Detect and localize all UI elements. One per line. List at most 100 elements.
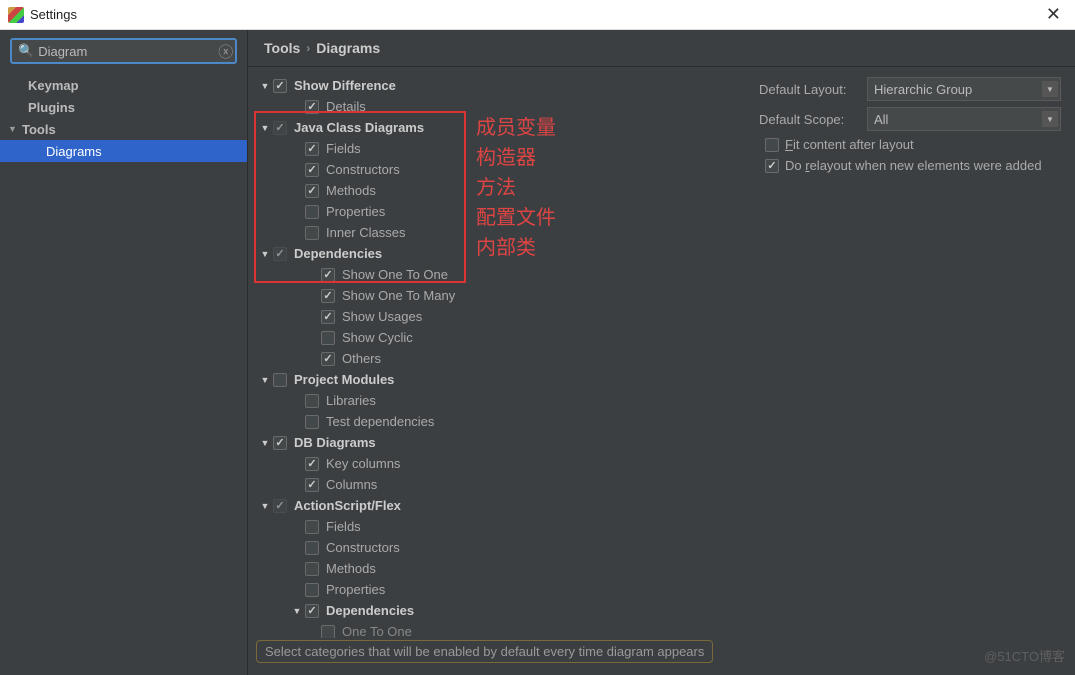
default-scope-value: All: [874, 112, 888, 127]
category-label: Dependencies: [294, 246, 382, 261]
category-row[interactable]: Show One To Many: [258, 285, 741, 306]
close-button[interactable]: ✕: [1040, 4, 1067, 25]
category-checkbox[interactable]: [304, 561, 320, 577]
breadcrumb: Tools › Diagrams: [248, 30, 1075, 66]
category-checkbox[interactable]: [272, 372, 288, 388]
relayout-label: Do relayout when new elements were added: [785, 158, 1042, 173]
category-checkbox[interactable]: [320, 624, 336, 639]
category-row[interactable]: Methods: [258, 180, 741, 201]
category-row[interactable]: Properties: [258, 201, 741, 222]
category-checkbox[interactable]: [304, 519, 320, 535]
category-checkbox[interactable]: [304, 477, 320, 493]
category-label: Show Difference: [294, 78, 396, 93]
relayout-checkbox[interactable]: [765, 159, 779, 173]
category-label: Methods: [326, 561, 376, 576]
category-row[interactable]: ▼Java Class Diagrams: [258, 117, 741, 138]
category-checkbox[interactable]: [304, 540, 320, 556]
category-checkbox[interactable]: [304, 456, 320, 472]
category-row[interactable]: Fields: [258, 138, 741, 159]
category-label: Show One To Many: [342, 288, 455, 303]
window-title: Settings: [30, 7, 77, 22]
right-panel: Default Layout: Hierarchic Group ▼ Defau…: [745, 67, 1075, 675]
category-row[interactable]: Details: [258, 96, 741, 117]
category-label: Properties: [326, 582, 385, 597]
category-checkbox[interactable]: [304, 204, 320, 220]
category-label: Fields: [326, 141, 361, 156]
category-row[interactable]: Methods: [258, 558, 741, 579]
category-checkbox[interactable]: [320, 267, 336, 283]
category-row[interactable]: Libraries: [258, 390, 741, 411]
chevron-down-icon[interactable]: ▼: [258, 375, 272, 385]
nav-item-keymap[interactable]: Keymap: [0, 74, 247, 96]
breadcrumb-parent[interactable]: Tools: [264, 40, 300, 56]
category-checkbox[interactable]: [320, 309, 336, 325]
nav-item-tools[interactable]: ▼Tools: [0, 118, 247, 140]
search-input[interactable]: [34, 44, 218, 59]
category-checkbox[interactable]: [304, 603, 320, 619]
category-checkbox[interactable]: [304, 162, 320, 178]
chevron-down-icon[interactable]: ▼: [258, 123, 272, 133]
watermark: @51CTO博客: [984, 646, 1065, 665]
default-layout-value: Hierarchic Group: [874, 82, 972, 97]
category-checkbox[interactable]: [320, 351, 336, 367]
category-checkbox[interactable]: [320, 288, 336, 304]
category-row[interactable]: Test dependencies: [258, 411, 741, 432]
category-checkbox[interactable]: [304, 393, 320, 409]
category-checkbox[interactable]: [272, 435, 288, 451]
category-checkbox[interactable]: [272, 120, 288, 136]
category-checkbox[interactable]: [304, 141, 320, 157]
category-checkbox[interactable]: [304, 414, 320, 430]
category-row[interactable]: Inner Classes: [258, 222, 741, 243]
fit-content-checkbox[interactable]: [765, 138, 779, 152]
chevron-down-icon: ▼: [1042, 81, 1058, 97]
chevron-down-icon[interactable]: ▼: [258, 438, 272, 448]
clear-search-icon[interactable]: ⓧ: [218, 41, 233, 62]
default-scope-select[interactable]: All ▼: [867, 107, 1061, 131]
chevron-down-icon[interactable]: ▼: [258, 249, 272, 259]
chevron-down-icon[interactable]: ▼: [290, 606, 304, 616]
category-row[interactable]: Show One To One: [258, 264, 741, 285]
category-checkbox[interactable]: [304, 582, 320, 598]
category-label: Key columns: [326, 456, 400, 471]
chevron-down-icon[interactable]: ▼: [258, 81, 272, 91]
category-row[interactable]: ▼ActionScript/Flex: [258, 495, 741, 516]
category-row[interactable]: Properties: [258, 579, 741, 600]
category-row[interactable]: Constructors: [258, 537, 741, 558]
category-row[interactable]: Constructors: [258, 159, 741, 180]
nav-item-plugins[interactable]: Plugins: [0, 96, 247, 118]
chevron-down-icon: ▼: [8, 124, 20, 134]
category-row[interactable]: Others: [258, 348, 741, 369]
category-row[interactable]: Columns: [258, 474, 741, 495]
category-row[interactable]: ▼ Dependencies: [258, 600, 741, 621]
nav-item-diagrams[interactable]: Diagrams: [0, 140, 247, 162]
category-row[interactable]: Show Usages: [258, 306, 741, 327]
category-label: Methods: [326, 183, 376, 198]
category-label: Test dependencies: [326, 414, 434, 429]
category-checkbox[interactable]: [272, 498, 288, 514]
category-checkbox[interactable]: [320, 330, 336, 346]
chevron-down-icon[interactable]: ▼: [258, 501, 272, 511]
category-label: One To One: [342, 624, 412, 638]
sidebar: 🔍 ⓧ KeymapPlugins▼ToolsDiagrams: [0, 30, 248, 675]
category-checkbox[interactable]: [272, 78, 288, 94]
category-row[interactable]: ▼ Dependencies: [258, 243, 741, 264]
category-checkbox[interactable]: [304, 225, 320, 241]
category-row[interactable]: ▼DB Diagrams: [258, 432, 741, 453]
category-label: Columns: [326, 477, 377, 492]
search-box[interactable]: 🔍 ⓧ: [10, 38, 237, 64]
category-label: Inner Classes: [326, 225, 405, 240]
default-layout-select[interactable]: Hierarchic Group ▼: [867, 77, 1061, 101]
category-row[interactable]: Show Cyclic: [258, 327, 741, 348]
category-checkbox[interactable]: [304, 183, 320, 199]
category-label: Dependencies: [326, 603, 414, 618]
category-row[interactable]: ▼ Show Difference: [258, 75, 741, 96]
category-row[interactable]: ▼Project Modules: [258, 369, 741, 390]
category-row[interactable]: One To One: [258, 621, 741, 638]
default-layout-label: Default Layout:: [759, 82, 859, 97]
category-checkbox[interactable]: [272, 246, 288, 262]
category-row[interactable]: Key columns: [258, 453, 741, 474]
category-checkbox[interactable]: [304, 99, 320, 115]
category-row[interactable]: Fields: [258, 516, 741, 537]
hint-text: Select categories that will be enabled b…: [256, 640, 713, 663]
breadcrumb-current: Diagrams: [316, 40, 380, 56]
